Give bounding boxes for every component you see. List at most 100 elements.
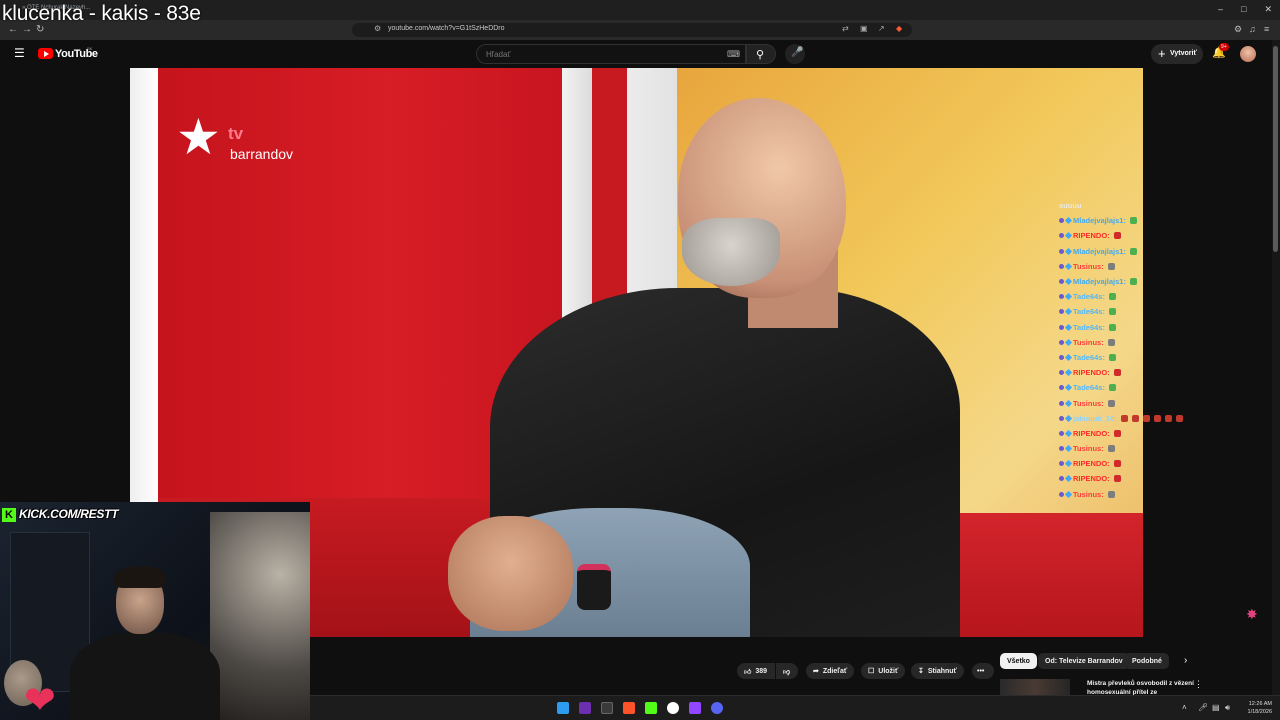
account-avatar[interactable] xyxy=(1240,46,1256,62)
kick-chat-overlay: xuuuu Mladejvajlajs1: RIPENDO: Mladejvajlaj… xyxy=(1059,198,1189,502)
hamburger-menu-icon[interactable]: ☰ xyxy=(14,46,25,60)
recommendation-thumbnail[interactable] xyxy=(1000,679,1070,695)
channel-logo-tv: tv xyxy=(228,124,244,143)
chat-message: Tade64s: xyxy=(1059,320,1189,335)
chat-badge-icon xyxy=(1059,248,1064,254)
recommendation-title[interactable]: Mistra převleků osvobodil z vězení homos… xyxy=(1087,679,1197,695)
download-button[interactable]: ↧ Stiahnuť xyxy=(911,663,964,679)
bookmark-save-icon: ☐ xyxy=(868,668,875,675)
chat-message: Mladejvajlajs1: xyxy=(1059,213,1189,228)
chat-badge-icon xyxy=(1064,262,1073,270)
share-page-icon[interactable]: ↗ xyxy=(878,24,885,33)
chat-message: Tade64s: xyxy=(1059,350,1189,365)
clock-date: 1/18/2026 xyxy=(1247,709,1272,715)
chat-message: Mladejvajlajs1: xyxy=(1059,274,1189,289)
kick-banner: K KICK.COM/RESTT xyxy=(0,502,140,524)
more-actions-button[interactable]: ••• xyxy=(972,663,994,679)
chat-username: RIPENDO: xyxy=(1073,428,1110,438)
chat-badge-icon xyxy=(1059,354,1064,360)
chat-badge-icon xyxy=(1064,293,1073,301)
chip-all[interactable]: Všetko xyxy=(1000,653,1037,669)
smartwatch xyxy=(577,564,611,610)
more-icon: ••• xyxy=(977,667,985,675)
screen: » OTE Nchurak Nazevh... – □ ✕ ← → ↻ ☐ ⚙ … xyxy=(0,0,1280,720)
network-icon[interactable]: ▤ xyxy=(1212,703,1220,712)
chat-username: RIPENDO: xyxy=(1073,459,1110,469)
discord-icon[interactable] xyxy=(711,702,723,714)
chat-badge-icon xyxy=(1059,339,1064,345)
tray-chevron-icon[interactable]: ˄ xyxy=(1182,703,1187,712)
chat-message: RIPENDO: xyxy=(1059,365,1189,380)
omnibox[interactable]: ⚙ youtube.com/watch?v=G1tSzHeDDro ⇄ ▣ ↗ … xyxy=(352,23,912,37)
dislike-button[interactable]: 👎︎ xyxy=(776,663,798,679)
minimize-button[interactable]: – xyxy=(1218,4,1223,15)
chat-username: xuuuu xyxy=(1059,201,1082,211)
install-icon[interactable]: ▣ xyxy=(860,24,868,33)
close-window-button[interactable]: ✕ xyxy=(1264,4,1272,15)
chat-badge-icon xyxy=(1059,491,1064,497)
chevron-right-icon[interactable]: › xyxy=(1184,655,1187,666)
site-info-icon[interactable]: ⚙ xyxy=(374,24,381,33)
app-icon[interactable] xyxy=(579,702,591,714)
explorer-icon[interactable] xyxy=(601,702,613,714)
chat-emote-icon xyxy=(1129,217,1137,225)
chat-badge-icon xyxy=(1059,446,1064,452)
media-icon[interactable]: ♫ xyxy=(1249,24,1256,34)
search-input[interactable]: Hľadať ⌨ xyxy=(476,44,746,64)
chat-emote-icon xyxy=(1113,475,1121,483)
chat-message: RIPENDO: xyxy=(1059,426,1189,441)
start-icon[interactable] xyxy=(557,702,569,714)
chat-emote-icon xyxy=(1129,278,1137,286)
brave-browser-icon[interactable] xyxy=(623,702,635,714)
youtube-logo-icon[interactable] xyxy=(38,48,53,59)
translate-icon[interactable]: ⇄ xyxy=(842,24,849,33)
voice-search-button[interactable]: 🎤 xyxy=(785,44,805,64)
browser-menu-icon[interactable]: ≡ xyxy=(1264,24,1269,34)
chat-badge-icon xyxy=(1064,460,1073,468)
chat-username: Mladejvajlajs1: xyxy=(1073,246,1126,256)
microphone-icon: 🎤 xyxy=(791,47,804,58)
chat-message: RIPENDO: xyxy=(1059,456,1189,471)
twitch-icon[interactable] xyxy=(689,702,701,714)
create-label: Vytvoriť xyxy=(1170,50,1197,57)
kick-app-icon[interactable] xyxy=(645,702,657,714)
chat-username: Tade64s: xyxy=(1073,307,1105,317)
obs-icon[interactable] xyxy=(667,702,679,714)
extensions-icon[interactable]: ⚙ xyxy=(1234,24,1242,35)
chip-from-channel[interactable]: Od: Televize Barrandov xyxy=(1038,653,1130,669)
create-button[interactable]: + Vytvoriť xyxy=(1151,44,1203,64)
like-button[interactable]: 👍︎ 389 xyxy=(737,663,775,679)
url-text[interactable]: youtube.com/watch?v=G1tSzHeDDro xyxy=(388,25,505,32)
chat-badge-icon xyxy=(1059,309,1064,315)
save-button[interactable]: ☐ Uložiť xyxy=(861,663,906,679)
system-clock[interactable]: 12:26 AM 1/18/2026 xyxy=(1238,700,1272,716)
chat-message: Tusinus: xyxy=(1059,441,1189,456)
chat-username: Tade64s: xyxy=(1073,322,1105,332)
chat-badge-icon xyxy=(1059,476,1064,482)
chat-badge-icon xyxy=(1064,217,1073,225)
chat-badge-icon xyxy=(1064,247,1073,255)
recommendation-menu-icon[interactable]: ⋮ xyxy=(1194,679,1203,690)
chat-badge-icon xyxy=(1059,218,1064,224)
chat-emote-icon xyxy=(1113,429,1121,437)
page-scrollbar-thumb[interactable] xyxy=(1273,46,1278,252)
brave-shield-icon[interactable]: ◆ xyxy=(896,24,902,33)
chat-emote-icon xyxy=(1113,460,1121,468)
chat-emote-icon xyxy=(1129,247,1137,255)
search-button[interactable]: ⚲ xyxy=(746,44,776,64)
keyboard-icon[interactable]: ⌨ xyxy=(727,49,740,60)
chat-username: Mladejvajlajs1: xyxy=(1073,216,1126,226)
volume-icon[interactable]: 🔊︎ xyxy=(1225,703,1230,713)
maximize-button[interactable]: □ xyxy=(1241,4,1246,15)
chat-emote-icon xyxy=(1107,338,1115,346)
chip-related[interactable]: Podobné xyxy=(1125,653,1169,669)
chat-badge-icon xyxy=(1064,277,1073,286)
channel-logo-name: barrandov xyxy=(230,146,294,162)
share-button[interactable]: ➦ Zdieľať xyxy=(806,663,855,679)
microphone-tray-icon[interactable]: 🎤︎ xyxy=(1198,703,1208,712)
download-label: Stiahnuť xyxy=(927,667,957,675)
chat-emote-icon xyxy=(1175,414,1183,422)
kick-logo-icon: K xyxy=(2,508,16,522)
chat-emote-icon xyxy=(1107,262,1115,270)
chat-badge-icon xyxy=(1064,232,1073,240)
